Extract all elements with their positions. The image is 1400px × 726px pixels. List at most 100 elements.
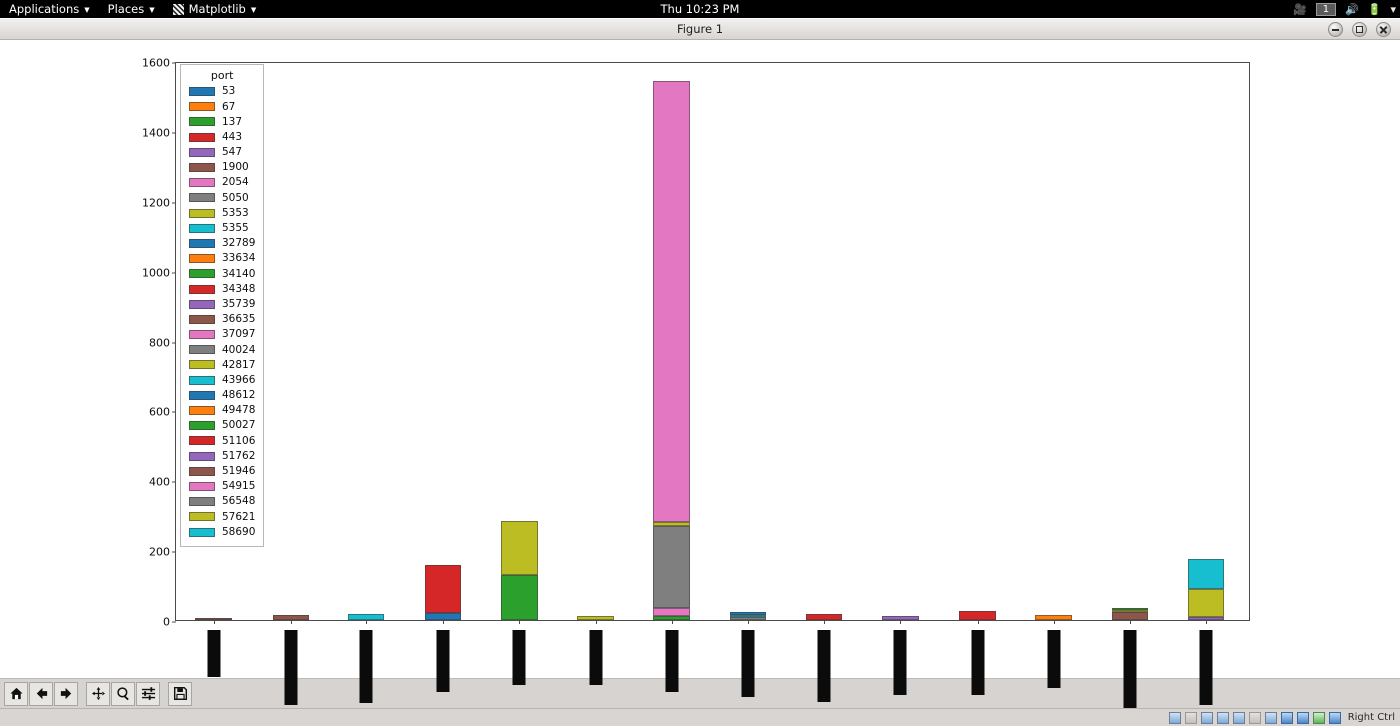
save-floppy-icon[interactable] — [168, 681, 192, 706]
legend-item: 40024 — [189, 342, 255, 357]
legend-swatch — [189, 208, 215, 218]
legend-swatch — [189, 284, 215, 294]
bar-segment[interactable] — [653, 81, 690, 523]
bar-segment[interactable] — [653, 525, 690, 609]
recording-icon[interactable] — [1280, 711, 1293, 724]
y-tick-label: 200 — [149, 545, 170, 559]
chevron-down-icon[interactable]: ▾ — [1390, 3, 1396, 16]
chart-legend[interactable]: port 53 67 137 443 547 1900 2054 5050 5353 5355 32… — [180, 64, 265, 547]
legend-swatch — [189, 466, 215, 476]
bar-segment[interactable] — [501, 575, 538, 620]
subplot-config-icon[interactable] — [136, 681, 160, 706]
legend-label: 34140 — [222, 267, 256, 280]
bar-segment[interactable] — [653, 608, 690, 616]
legend-item: 58690 — [189, 524, 255, 539]
display-icon[interactable] — [1264, 711, 1277, 724]
host-key-icon[interactable] — [1328, 711, 1341, 724]
legend-label: 49478 — [222, 404, 256, 417]
x-tick-label — [207, 630, 221, 677]
mouse-icon[interactable] — [1296, 711, 1309, 724]
legend-item: 36635 — [189, 312, 255, 327]
y-tick-mark — [172, 202, 176, 204]
legend-swatch — [189, 178, 215, 188]
chevron-down-icon: ▼ — [149, 5, 155, 14]
bar-segment[interactable] — [424, 564, 462, 614]
network-icon[interactable] — [1216, 711, 1229, 724]
legend-item: 57621 — [189, 509, 255, 524]
legend-item: 32789 — [189, 236, 255, 251]
matplotlib-app-menu[interactable]: Matplotlib ▼ — [164, 0, 266, 18]
bar-stack[interactable] — [959, 610, 996, 620]
bar-stack[interactable] — [424, 564, 462, 620]
legend-label: 547 — [222, 146, 243, 159]
back-arrow-icon[interactable] — [29, 681, 53, 706]
bar-segment[interactable] — [424, 613, 462, 620]
legend-item: 67 — [189, 99, 255, 114]
bar-segment[interactable] — [501, 521, 538, 576]
y-tick-mark — [172, 411, 176, 413]
legend-item: 42817 — [189, 357, 255, 372]
legend-label: 51106 — [222, 434, 256, 447]
bar-stack[interactable] — [1187, 558, 1225, 620]
bar-segment[interactable] — [1187, 588, 1225, 618]
battery-icon[interactable]: 🔋 — [1368, 3, 1382, 16]
legend-label: 37097 — [222, 328, 256, 341]
minimize-button[interactable] — [1328, 22, 1343, 37]
window-titlebar[interactable]: Figure 1 — [0, 18, 1400, 40]
close-button[interactable] — [1376, 22, 1391, 37]
bar-stack[interactable] — [653, 81, 690, 620]
legend-label: 5050 — [222, 191, 249, 204]
hard-disk-icon[interactable] — [1168, 711, 1181, 724]
legend-item: 49478 — [189, 403, 255, 418]
forward-arrow-icon[interactable] — [54, 681, 78, 706]
bar-segment[interactable] — [1111, 612, 1149, 620]
figure-canvas-area[interactable]: 0 200 400 600 800 1000 1200 1400 1600 port 53 67 1… — [0, 40, 1400, 715]
legend-swatch — [189, 299, 215, 309]
x-tick-mark — [365, 620, 367, 624]
chart-axes[interactable]: 0 200 400 600 800 1000 1200 1400 1600 port 53 67 1… — [142, 57, 1250, 715]
legend-swatch — [189, 375, 215, 385]
bar-stack[interactable] — [729, 612, 767, 620]
volume-icon[interactable]: 🔊 — [1345, 3, 1359, 16]
y-tick-label: 1600 — [142, 56, 170, 70]
x-tick-label — [1199, 630, 1213, 705]
screencast-icon[interactable]: 🎥 — [1293, 3, 1307, 16]
bar-segment[interactable] — [959, 610, 996, 620]
legend-swatch — [189, 102, 215, 112]
maximize-button[interactable] — [1352, 22, 1367, 37]
workspace-indicator[interactable]: 1 — [1315, 2, 1337, 16]
legend-item: 5050 — [189, 190, 255, 205]
legend-item: 2054 — [189, 175, 255, 190]
legend-swatch — [189, 254, 215, 264]
legend-label: 48612 — [222, 389, 256, 402]
legend-item: 50027 — [189, 418, 255, 433]
window-title: Figure 1 — [676, 22, 724, 36]
legend-item: 137 — [189, 114, 255, 129]
floppy-icon[interactable] — [1200, 711, 1213, 724]
applications-menu[interactable]: Applications ▼ — [0, 0, 99, 18]
bar-segment[interactable] — [1187, 558, 1225, 589]
zoom-magnifier-icon[interactable] — [111, 681, 135, 706]
keyboard-icon[interactable] — [1312, 711, 1325, 724]
shared-folder-icon[interactable] — [1248, 711, 1261, 724]
figure-window: Figure 1 0 200 400 600 800 1000 1200 1400 1600 p… — [0, 18, 1400, 715]
desktop-top-panel: Applications ▼ Places ▼ Matplotlib ▼ Thu… — [0, 0, 1400, 18]
usb-icon[interactable] — [1232, 711, 1245, 724]
legend-swatch — [189, 345, 215, 355]
optical-disk-icon[interactable] — [1184, 711, 1197, 724]
bar-stack[interactable] — [501, 521, 538, 620]
home-icon[interactable] — [4, 681, 28, 706]
places-menu[interactable]: Places ▼ — [99, 0, 164, 18]
x-tick-label — [1047, 630, 1061, 688]
bar-stack[interactable] — [1111, 607, 1149, 620]
legend-swatch — [189, 147, 215, 157]
toolbar-separator — [161, 682, 168, 706]
x-tick-mark — [443, 620, 445, 624]
legend-item: 43966 — [189, 373, 255, 388]
legend-label: 51946 — [222, 465, 256, 478]
x-tick-label — [971, 630, 985, 695]
pan-icon[interactable] — [86, 681, 110, 706]
legend-swatch — [189, 390, 215, 400]
matplotlib-canvas[interactable]: 0 200 400 600 800 1000 1200 1400 1600 port 53 67 1… — [0, 40, 1400, 715]
x-tick-mark — [1206, 620, 1208, 624]
